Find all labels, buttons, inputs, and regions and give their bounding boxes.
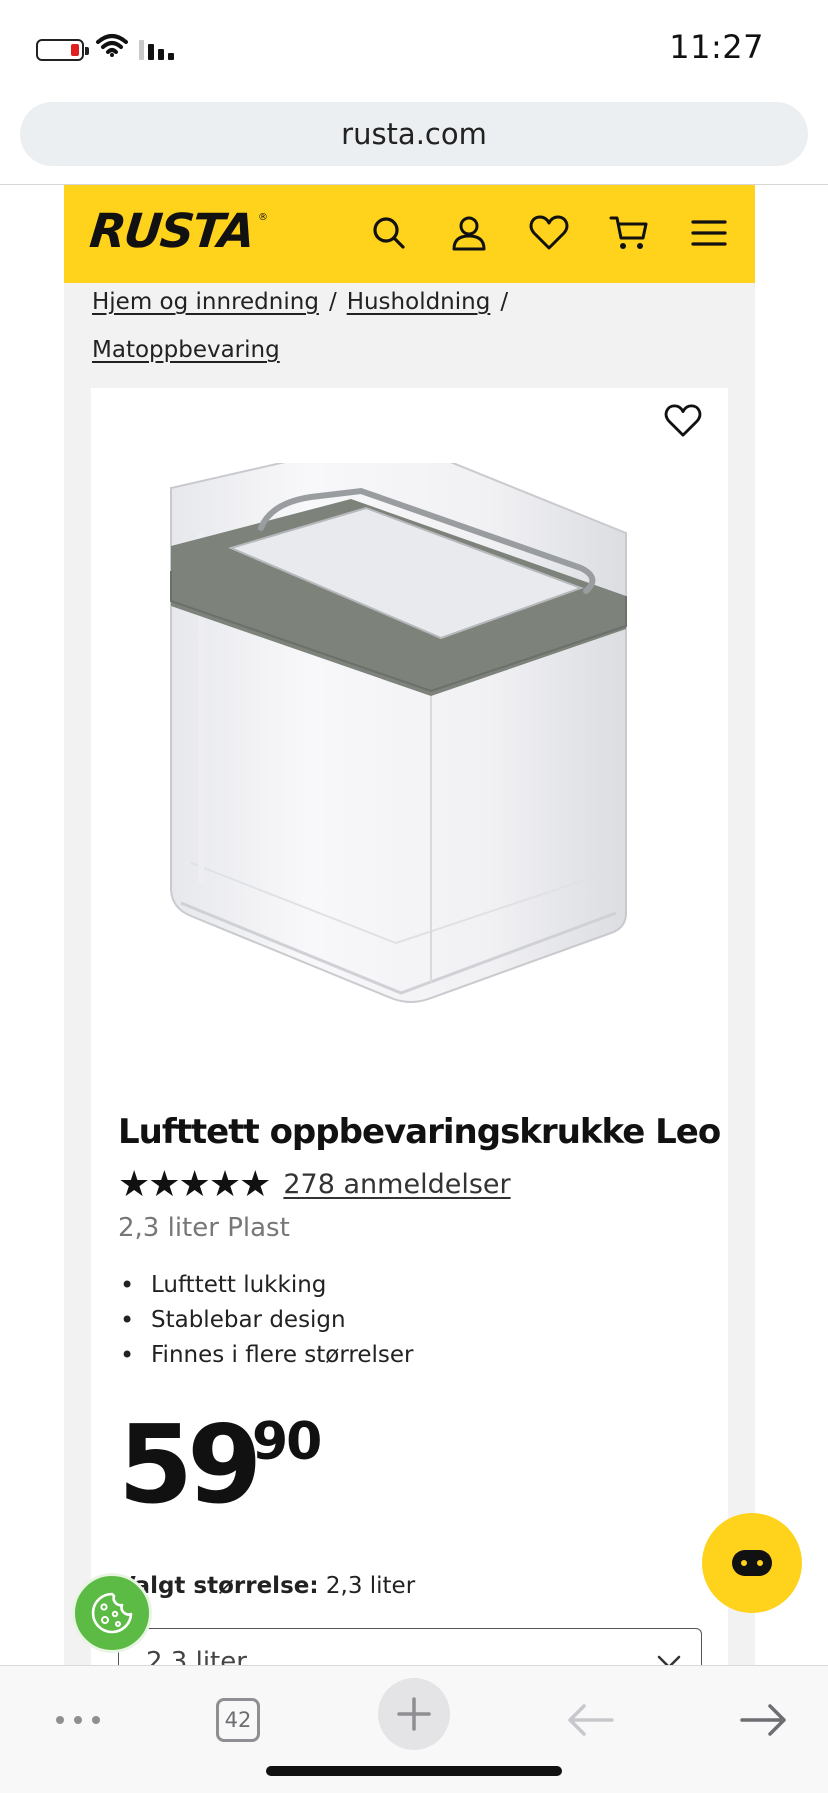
forward-arrow-icon[interactable] — [736, 1690, 792, 1750]
product-rating: ★★★★★ 278 anmeldelser — [118, 1163, 511, 1205]
product-image[interactable] — [161, 463, 661, 1008]
battery-icon — [36, 39, 89, 61]
search-icon[interactable] — [366, 210, 412, 256]
breadcrumb: Hjem og innredning / Husholdning / Matoppbe… — [92, 278, 732, 374]
cookie-settings-button[interactable] — [72, 1573, 152, 1653]
chevron-down-icon — [657, 1655, 681, 1665]
rating-stars: ★★★★★ — [118, 1163, 271, 1205]
breadcrumb-link-hjem-og-innredning[interactable]: Hjem og innredning — [92, 289, 319, 315]
back-arrow-icon[interactable] — [562, 1690, 618, 1750]
product-card: Lufttett oppbevaringskrukke Leo ★★★★★ 27… — [91, 388, 728, 1665]
feature-list: Lufttett lukking Stablebar design Finnes… — [118, 1268, 414, 1373]
product-variant: 2,3 liter Plast — [118, 1213, 290, 1243]
chat-icon — [732, 1550, 772, 1576]
cart-icon[interactable] — [606, 210, 652, 256]
breadcrumb-link-husholdning[interactable]: Husholdning — [347, 289, 491, 315]
size-label: Valgt størrelse: 2,3 liter — [118, 1573, 415, 1599]
cellular-signal-icon — [139, 40, 174, 60]
registered-mark: ® — [258, 212, 268, 223]
address-bar[interactable]: rusta.com — [20, 102, 808, 166]
site-page: RUSTA ® Hjem og innredning / Husholdning / … — [64, 185, 755, 1665]
rusta-logo[interactable]: RUSTA — [87, 204, 256, 259]
breadcrumb-separator: / — [500, 289, 509, 315]
menu-icon[interactable] — [686, 210, 732, 256]
tabs-button[interactable]: 42 — [208, 1690, 268, 1750]
user-icon[interactable] — [446, 210, 492, 256]
new-tab-button[interactable] — [378, 1678, 450, 1750]
feature-item: Lufttett lukking — [118, 1268, 414, 1303]
plus-icon — [397, 1697, 431, 1731]
size-select-value: 2,3 liter — [146, 1647, 247, 1665]
product-title: Lufttett oppbevaringskrukke Leo — [118, 1112, 721, 1152]
breadcrumb-link-matoppbevaring[interactable]: Matoppbevaring — [92, 337, 280, 363]
status-time: 11:27 — [669, 28, 764, 66]
reviews-link[interactable]: 278 anmeldelser — [283, 1169, 510, 1200]
more-icon[interactable] — [48, 1690, 108, 1750]
web-viewport: RUSTA ® Hjem og innredning / Husholdning / … — [0, 185, 828, 1665]
url-text[interactable]: rusta.com — [20, 117, 808, 151]
wifi-icon — [96, 34, 128, 57]
cookie-icon — [91, 1592, 133, 1634]
chat-button[interactable] — [702, 1513, 802, 1613]
status-bar: 11:27 — [0, 0, 828, 96]
feature-item: Stablebar design — [118, 1303, 414, 1338]
size-label-value: 2,3 liter — [325, 1573, 416, 1599]
add-to-favorites-button[interactable] — [660, 398, 706, 444]
price-integer: 59 — [118, 1403, 262, 1528]
heart-icon — [664, 404, 702, 437]
tabs-icon: 42 — [216, 1698, 260, 1742]
size-select[interactable]: 2,3 liter — [118, 1628, 702, 1665]
feature-item: Finnes i flere størrelser — [118, 1338, 414, 1373]
site-header: RUSTA ® — [64, 185, 755, 283]
price-decimals: 90 — [252, 1412, 322, 1472]
heart-icon[interactable] — [526, 210, 572, 256]
home-indicator — [266, 1766, 562, 1776]
breadcrumb-separator: / — [328, 289, 337, 315]
